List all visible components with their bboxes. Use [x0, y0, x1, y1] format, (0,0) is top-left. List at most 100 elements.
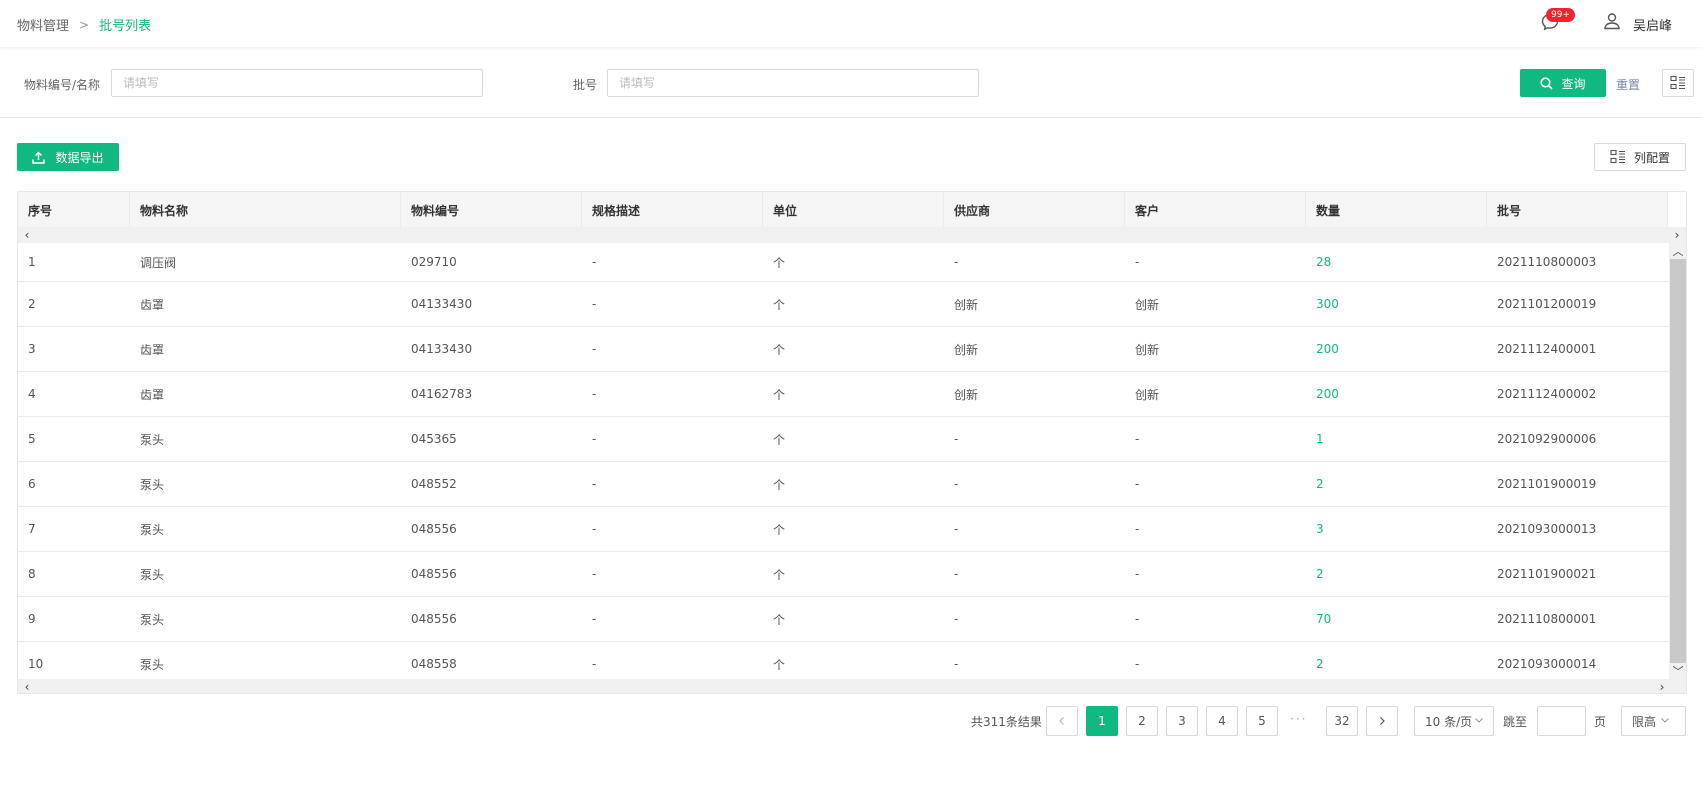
cell-col-batch: 2021092900006: [1497, 432, 1597, 446]
chevron-right-icon[interactable]: ›: [1670, 227, 1684, 243]
table-row[interactable]: 9 泵头 048556 - 个 - - 70 2021110800001: [18, 597, 1669, 642]
export-button[interactable]: 数据导出: [17, 143, 119, 171]
cell-col-quantity[interactable]: 2: [1306, 552, 1487, 596]
table-row[interactable]: 4 齿罩 04162783 - 个 创新 创新 200 2021112400002: [18, 372, 1669, 417]
table-row[interactable]: 10 泵头 048558 - 个 - - 2 2021093000014: [18, 642, 1669, 679]
cell-col-spec: -: [592, 297, 597, 311]
cell-col-batch: 2021101900021: [1497, 567, 1597, 581]
query-button[interactable]: 查询: [1520, 69, 1606, 97]
table-row[interactable]: 7 泵头 048556 - 个 - - 3 2021093000013: [18, 507, 1669, 552]
page-button-5[interactable]: 5: [1246, 706, 1278, 736]
column-config-button[interactable]: 列配置: [1594, 143, 1686, 171]
notification-badge: 99+: [1546, 8, 1575, 22]
page-button-3[interactable]: 3: [1166, 706, 1198, 736]
cell-col-unit: 个: [773, 255, 786, 270]
cell-col-batch: 2021112400002: [1497, 387, 1597, 401]
cell-col-spec: -: [592, 255, 597, 269]
filter-column-config-button[interactable]: [1662, 69, 1694, 97]
cell-col-unit: 个: [773, 522, 786, 537]
cell-col-spec: -: [592, 477, 597, 491]
user-icon[interactable]: [1603, 12, 1621, 30]
page-button-4[interactable]: 4: [1206, 706, 1238, 736]
cell-col-quantity[interactable]: 2: [1306, 462, 1487, 506]
jump-label: 跳至: [1503, 715, 1528, 729]
cell-col-quantity[interactable]: 28: [1306, 243, 1487, 281]
export-button-label: 数据导出: [55, 150, 104, 165]
cell-col-quantity[interactable]: 200: [1306, 372, 1487, 416]
page-size-value: 10 条/页: [1425, 714, 1473, 729]
cell-col-quantity[interactable]: 2: [1306, 642, 1487, 679]
cell-col-quantity[interactable]: 70: [1306, 597, 1487, 641]
table-row[interactable]: 8 泵头 048556 - 个 - - 2 2021101900021: [18, 552, 1669, 597]
cell-col-index: 8: [28, 567, 36, 581]
chevron-left-icon[interactable]: ‹: [20, 679, 34, 693]
cell-col-material-name: 泵头: [140, 567, 165, 582]
header-col-index: 序号: [18, 192, 130, 227]
cell-col-material-code: 048552: [411, 477, 457, 491]
cell-col-quantity[interactable]: 3: [1306, 507, 1487, 551]
cell-col-index: 4: [28, 387, 36, 401]
cell-col-unit: 个: [773, 387, 786, 402]
table-row[interactable]: 3 齿罩 04133430 - 个 创新 创新 200 2021112400001: [18, 327, 1669, 372]
cell-col-supplier: -: [954, 522, 959, 536]
upload-icon: [32, 151, 46, 164]
material-filter-input[interactable]: [111, 69, 483, 97]
table-row[interactable]: 2 齿罩 04133430 - 个 创新 创新 300 2021101200019: [18, 282, 1669, 327]
height-limit-select[interactable]: 限高: [1621, 706, 1686, 736]
cell-col-index: 7: [28, 522, 36, 536]
cell-col-supplier: -: [954, 657, 959, 671]
page-size-select[interactable]: 10 条/页: [1414, 706, 1494, 736]
cell-col-customer: -: [1135, 477, 1140, 491]
batch-table: 序号 物料名称 物料编号 规格描述 单位 供应商 客户 数量 批号 ‹ › 1 调压阀 029710…: [17, 191, 1687, 694]
scrollbar-thumb[interactable]: [1670, 259, 1686, 663]
cell-col-supplier: 创新: [954, 297, 979, 312]
batch-filter-input[interactable]: [607, 69, 979, 97]
header-col-quantity: 数量: [1306, 192, 1487, 227]
reset-button[interactable]: 重置: [1616, 76, 1640, 93]
chevron-left-icon[interactable]: ‹: [20, 227, 34, 243]
horizontal-scrollbar-bottom[interactable]: ‹ ›: [18, 679, 1686, 693]
page-button-1[interactable]: 1: [1086, 706, 1118, 736]
cell-col-quantity[interactable]: 1: [1306, 417, 1487, 461]
page-ellipsis[interactable]: ···: [1290, 712, 1307, 726]
cell-col-quantity[interactable]: 300: [1306, 282, 1487, 326]
next-page-button[interactable]: [1366, 706, 1398, 736]
chevron-up-icon[interactable]: ︿: [1669, 243, 1686, 259]
cell-col-index: 5: [28, 432, 36, 446]
cell-col-material-name: 泵头: [140, 522, 165, 537]
table-row[interactable]: 1 调压阀 029710 - 个 - - 28 2021110800003: [18, 243, 1669, 282]
cell-col-unit: 个: [773, 567, 786, 582]
cell-col-supplier: -: [954, 255, 959, 269]
cell-col-index: 3: [28, 342, 36, 356]
column-config-label: 列配置: [1633, 150, 1670, 165]
column-config-icon: [1670, 75, 1685, 90]
horizontal-scrollbar-top[interactable]: ‹ ›: [18, 227, 1686, 243]
cell-col-supplier: -: [954, 477, 959, 491]
cell-col-material-name: 泵头: [140, 657, 165, 672]
page-button-2[interactable]: 2: [1126, 706, 1158, 736]
jump-page-input[interactable]: [1537, 706, 1586, 736]
cell-col-unit: 个: [773, 612, 786, 627]
cell-col-index: 2: [28, 297, 36, 311]
table-row[interactable]: 5 泵头 045365 - 个 - - 1 2021092900006: [18, 417, 1669, 462]
user-name[interactable]: 吴启峰: [1633, 15, 1672, 34]
cell-col-material-code: 029710: [411, 255, 457, 269]
cell-col-spec: -: [592, 342, 597, 356]
cell-col-customer: -: [1135, 612, 1140, 626]
search-icon: [1540, 76, 1554, 90]
page-button-last[interactable]: 32: [1326, 706, 1358, 736]
vertical-scrollbar[interactable]: ︿ ﹀: [1669, 243, 1686, 679]
cell-col-material-code: 048558: [411, 657, 457, 671]
total-count: 共311条结果: [971, 715, 1042, 729]
cell-col-quantity[interactable]: 200: [1306, 327, 1487, 371]
table-row[interactable]: 6 泵头 048552 - 个 - - 2 2021101900019: [18, 462, 1669, 507]
chevron-left-icon: [1059, 717, 1064, 725]
chevron-down-icon[interactable]: ﹀: [1669, 663, 1686, 679]
cell-col-customer: -: [1135, 567, 1140, 581]
chevron-right-icon[interactable]: ›: [1655, 679, 1669, 693]
material-filter-label: 物料编号/名称: [24, 78, 101, 92]
prev-page-button[interactable]: [1046, 706, 1078, 736]
breadcrumb-parent[interactable]: 物料管理: [17, 15, 69, 34]
cell-col-spec: -: [592, 567, 597, 581]
filter-bar: 物料编号/名称 批号 查询 重置: [0, 56, 1701, 118]
